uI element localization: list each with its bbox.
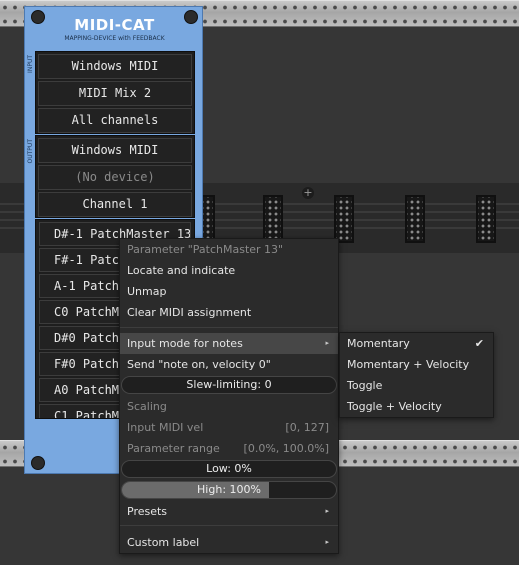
output-device[interactable]: (No device) <box>38 165 192 190</box>
input-channel[interactable]: All channels <box>38 108 192 133</box>
submenu-item-momentary-velocity[interactable]: Momentary + Velocity <box>340 354 493 375</box>
input-display: Windows MIDI MIDI Mix 2 All channels <box>35 51 195 134</box>
parameter-context-menu: Parameter "PatchMaster 13" Locate and in… <box>119 238 339 554</box>
slew-limiting-label: Slew-limiting: 0 <box>186 378 272 391</box>
parameter-range-value: [0.0%, 100.0%] <box>243 442 329 455</box>
menu-item-input-mode-label: Input mode for notes <box>127 337 243 350</box>
menu-item-presets[interactable]: Presets ▸ <box>120 501 338 522</box>
menu-separator <box>120 525 338 526</box>
input-midi-vel-row: Input MIDI vel [0, 127] <box>120 417 338 438</box>
input-midi-vel-label: Input MIDI vel <box>127 421 204 434</box>
menu-item-presets-label: Presets <box>127 505 168 518</box>
output-channel[interactable]: Channel 1 <box>38 192 192 217</box>
parameter-range-row: Parameter range [0.0%, 100.0%] <box>120 438 338 459</box>
low-label: Low: 0% <box>206 462 252 475</box>
slew-limiting-slider[interactable]: Slew-limiting: 0 <box>121 376 337 394</box>
input-device[interactable]: MIDI Mix 2 <box>38 81 192 106</box>
high-label: High: 100% <box>197 483 261 496</box>
submenu-item-label: Momentary <box>347 337 410 350</box>
submenu-arrow-icon: ▸ <box>325 538 329 546</box>
menu-item-send-note-on[interactable]: Send "note on, velocity 0" <box>120 354 338 375</box>
input-mode-submenu: Momentary ✔ Momentary + Velocity Toggle … <box>339 332 494 418</box>
parameter-range-label: Parameter range <box>127 442 220 455</box>
output-driver[interactable]: Windows MIDI <box>38 138 192 163</box>
submenu-item-momentary[interactable]: Momentary ✔ <box>340 333 493 354</box>
screw-icon <box>31 456 45 470</box>
module-title: MIDI-CAT <box>74 16 155 34</box>
rack-add-icon[interactable]: + <box>302 187 314 199</box>
submenu-item-toggle-velocity[interactable]: Toggle + Velocity <box>340 396 493 417</box>
menu-item-unmap[interactable]: Unmap <box>120 281 338 302</box>
submenu-arrow-icon: ▸ <box>325 339 329 347</box>
cable-port[interactable] <box>405 195 425 243</box>
input-midi-vel-value: [0, 127] <box>285 421 329 434</box>
check-icon: ✔ <box>474 337 484 350</box>
submenu-arrow-icon: ▸ <box>325 507 329 515</box>
module-subtitle: MAPPING-DEVICE with FEEDBACK <box>64 35 165 42</box>
high-slider[interactable]: High: 100% <box>121 481 337 499</box>
menu-item-custom-label-label: Custom label <box>127 536 200 549</box>
menu-separator <box>120 327 338 328</box>
cable-port[interactable] <box>263 195 283 243</box>
cable-port[interactable] <box>476 195 496 243</box>
low-slider[interactable]: Low: 0% <box>121 460 337 478</box>
input-label: INPUT <box>27 55 34 73</box>
output-label: OUTPUT <box>27 139 34 164</box>
output-display: Windows MIDI (No device) Channel 1 <box>35 135 195 218</box>
menu-item-input-mode[interactable]: Input mode for notes ▸ <box>120 333 338 354</box>
input-driver[interactable]: Windows MIDI <box>38 54 192 79</box>
menu-section-scaling: Scaling <box>127 400 167 413</box>
cable-port[interactable] <box>334 195 354 243</box>
submenu-item-toggle[interactable]: Toggle <box>340 375 493 396</box>
menu-item-clear-assignment[interactable]: Clear MIDI assignment <box>120 302 338 323</box>
menu-item-custom-label[interactable]: Custom label ▸ <box>120 532 338 553</box>
menu-item-locate[interactable]: Locate and indicate <box>120 260 338 281</box>
menu-header: Parameter "PatchMaster 13" <box>127 243 284 256</box>
